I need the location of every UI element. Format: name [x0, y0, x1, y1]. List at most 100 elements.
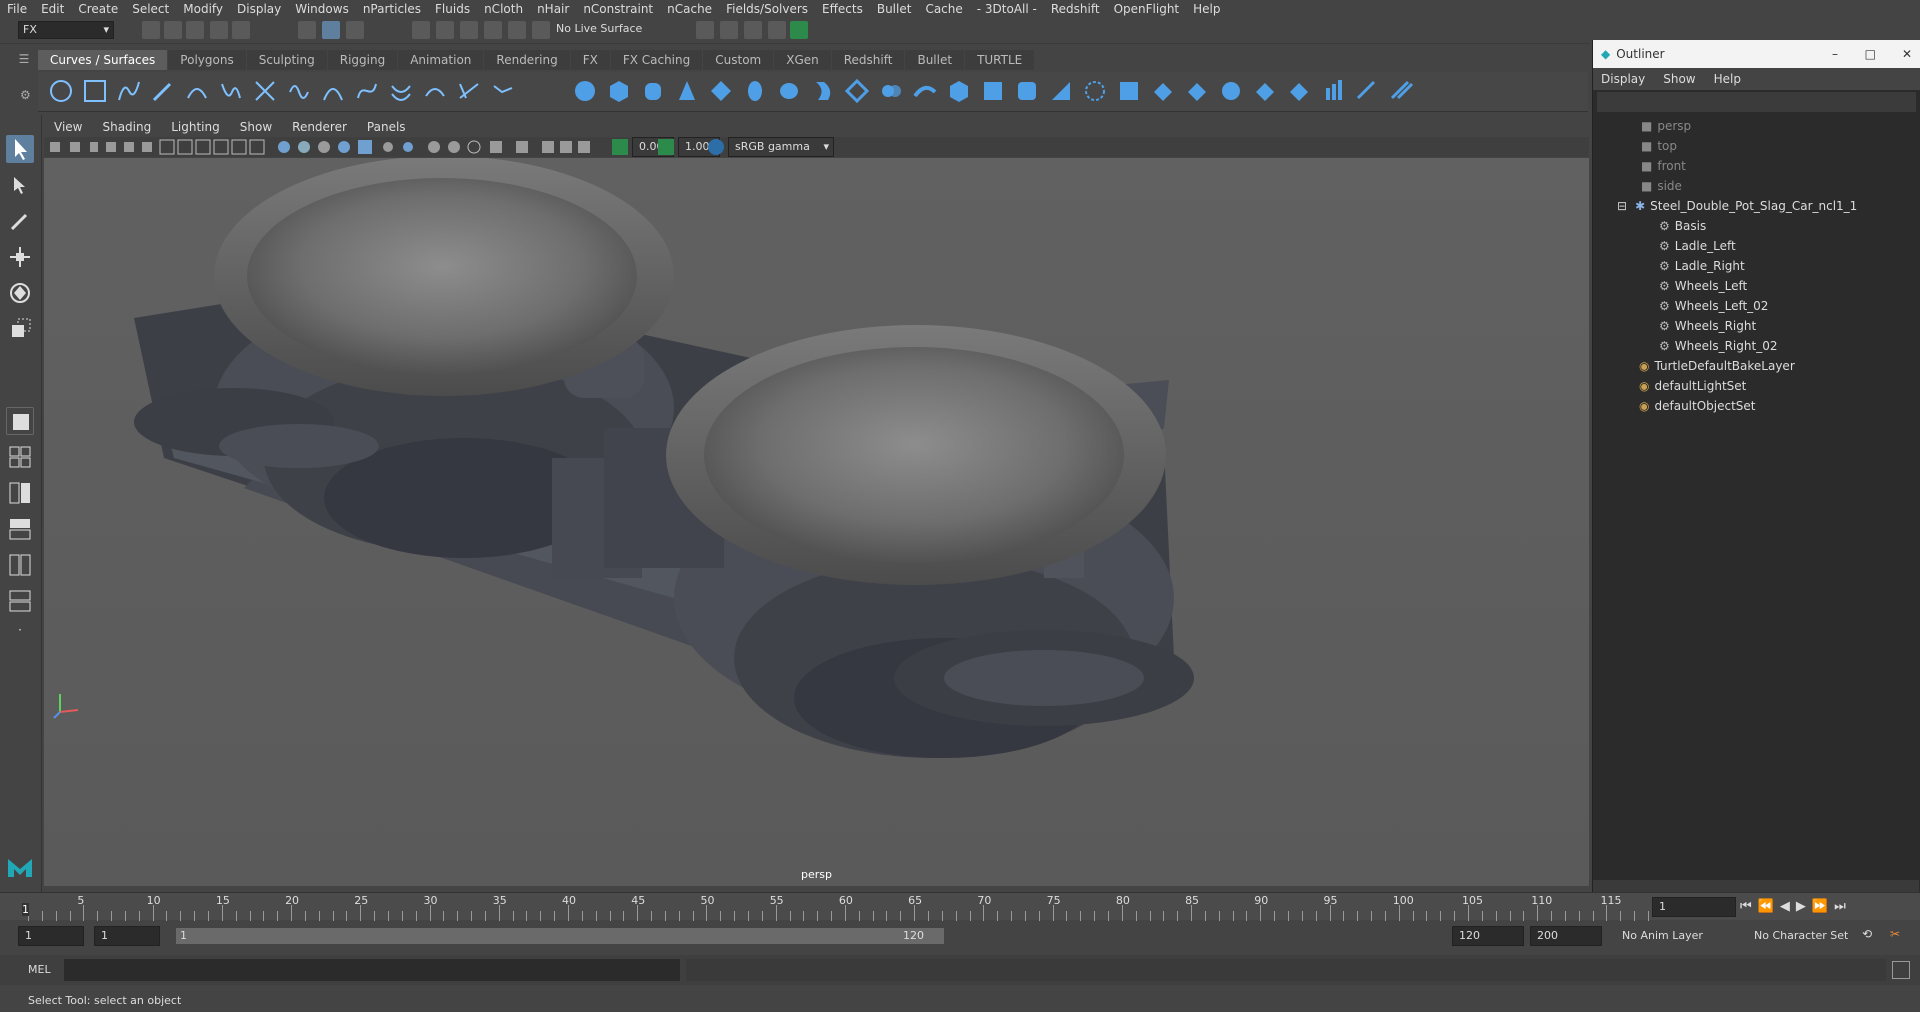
outliner-search-input[interactable]	[1597, 92, 1916, 112]
outliner-menu-help[interactable]: Help	[1714, 72, 1741, 86]
viewport-menu-shading[interactable]: Shading	[92, 120, 161, 134]
menu-ncache[interactable]: nCache	[660, 2, 719, 16]
menu-nconstraint[interactable]: nConstraint	[576, 2, 660, 16]
persp-outliner-layout-icon[interactable]	[6, 479, 34, 507]
menu-3dtoall[interactable]: - 3DtoAll -	[970, 2, 1044, 16]
ipr-render-icon[interactable]	[720, 21, 738, 39]
lasso-tool-icon[interactable]	[6, 171, 34, 199]
menu-set-dropdown[interactable]: FX ▾	[18, 21, 114, 39]
select-component-icon[interactable]	[346, 21, 364, 39]
menu-redshift[interactable]: Redshift	[1044, 2, 1107, 16]
shelf-tab-rigging[interactable]: Rigging	[327, 50, 398, 70]
panel-toolbar-icons[interactable]	[44, 137, 684, 157]
nurbs-cylinder-icon[interactable]	[640, 78, 666, 104]
rotate-tool-icon[interactable]	[6, 279, 34, 307]
outliner-item-persp[interactable]: ■ persp	[1593, 116, 1919, 136]
viewport-menu-panels[interactable]: Panels	[357, 120, 416, 134]
hypershade-layout-icon[interactable]	[6, 551, 34, 579]
outliner-item-defaultlightset[interactable]: ◉ defaultLightSet	[1593, 376, 1919, 396]
cv-curve-icon[interactable]	[116, 78, 142, 104]
nurbs-cone-icon[interactable]	[674, 78, 700, 104]
shelf-menu-icon[interactable]: ☰	[14, 52, 34, 68]
birail-icon[interactable]	[912, 78, 938, 104]
offset-surface-icon[interactable]	[1252, 78, 1278, 104]
snap-view-plane-icon[interactable]	[484, 21, 502, 39]
shelf-tab-turtle[interactable]: TURTLE	[965, 50, 1035, 70]
color-management-icon[interactable]	[708, 139, 724, 155]
range-slider[interactable]: 1 120	[176, 928, 944, 944]
shelf-tab-curves-surfaces[interactable]: Curves / Surfaces	[38, 50, 168, 70]
insert-knot-icon[interactable]	[320, 78, 346, 104]
current-frame-marker[interactable]: 1	[22, 903, 29, 916]
redo-icon[interactable]	[232, 21, 250, 39]
snap-curve-icon[interactable]	[436, 21, 454, 39]
snap-live-icon[interactable]	[508, 21, 526, 39]
shelf-tab-rendering[interactable]: Rendering	[484, 50, 570, 70]
persp-uv-layout-icon[interactable]	[6, 587, 34, 615]
outliner-item-defaultobjectset[interactable]: ◉ defaultObjectSet	[1593, 396, 1919, 416]
viewport-menu-view[interactable]: View	[44, 120, 92, 134]
select-hierarchy-icon[interactable]	[298, 21, 316, 39]
menu-nparticles[interactable]: nParticles	[356, 2, 428, 16]
nurbs-sphere-icon[interactable]	[572, 78, 598, 104]
current-frame-field[interactable]: 1	[1652, 897, 1736, 917]
intersect-icon[interactable]	[1048, 78, 1074, 104]
extrude-icon[interactable]	[878, 78, 904, 104]
end-time-field[interactable]: 200	[1530, 926, 1602, 946]
shelf-tab-xgen[interactable]: XGen	[774, 50, 831, 70]
shelf-tab-redshift[interactable]: Redshift	[831, 50, 905, 70]
maximize-icon[interactable]: □	[1865, 47, 1876, 61]
perspective-viewport[interactable]: persp	[44, 158, 1589, 886]
viewport-menu-lighting[interactable]: Lighting	[161, 120, 230, 134]
revolve-icon[interactable]	[776, 78, 802, 104]
insert-isoparm-icon[interactable]	[1218, 78, 1244, 104]
nurbs-cube-icon[interactable]	[606, 78, 632, 104]
menu-display[interactable]: Display	[230, 2, 288, 16]
surface-editing-icon[interactable]	[1354, 78, 1380, 104]
untrim-icon[interactable]	[1150, 78, 1176, 104]
outliner-item-wheels-left-02[interactable]: ⚙ Wheels_Left_02	[1593, 296, 1919, 316]
menu-nhair[interactable]: nHair	[530, 2, 576, 16]
command-input[interactable]	[64, 959, 680, 981]
render-settings-icon[interactable]	[744, 21, 762, 39]
planar-icon[interactable]	[844, 78, 870, 104]
outliner-item-turtledefaultbakelayer[interactable]: ◉ TurtleDefaultBakeLayer	[1593, 356, 1919, 376]
outliner-item-basis[interactable]: ⚙ Basis	[1593, 216, 1919, 236]
nurbs-plane-icon[interactable]	[708, 78, 734, 104]
outliner-item-group[interactable]: ⊟ ✱ Steel_Double_Pot_Slag_Car_ncl1_1	[1593, 196, 1919, 216]
viewport-menu-renderer[interactable]: Renderer	[282, 120, 357, 134]
arc-tool-icon[interactable]	[184, 78, 210, 104]
nurbs-square-icon[interactable]	[82, 78, 108, 104]
offset-curve-icon[interactable]	[388, 78, 414, 104]
playback-controls[interactable]: ⏮⏪◀▶⏩⏭	[1740, 899, 1852, 914]
scale-tool-icon[interactable]	[6, 315, 34, 343]
playback-start-field[interactable]: 1	[94, 926, 160, 946]
loft-icon[interactable]	[810, 78, 836, 104]
bevel-plus-icon[interactable]	[1014, 78, 1040, 104]
playback-end-field[interactable]: 120	[1452, 926, 1524, 946]
collapse-icon[interactable]: ⊟	[1617, 199, 1627, 213]
auto-key-icon[interactable]: ⟲	[1862, 927, 1872, 941]
hypershade-icon[interactable]	[768, 21, 786, 39]
menu-openflight[interactable]: OpenFlight	[1107, 2, 1187, 16]
shelf-tab-bullet[interactable]: Bullet	[905, 50, 965, 70]
shelf-tab-polygons[interactable]: Polygons	[168, 50, 246, 70]
command-language-label[interactable]: MEL	[28, 963, 51, 976]
menu-cache[interactable]: Cache	[918, 2, 969, 16]
menu-fields-solvers[interactable]: Fields/Solvers	[719, 2, 815, 16]
close-icon[interactable]: ✕	[1902, 47, 1912, 61]
attach-curves-icon[interactable]	[252, 78, 278, 104]
outliner-menu-show[interactable]: Show	[1663, 72, 1695, 86]
menu-help[interactable]: Help	[1186, 2, 1227, 16]
outliner-horizontal-scrollbar[interactable]	[1593, 880, 1919, 892]
menu-effects[interactable]: Effects	[815, 2, 870, 16]
boundary-icon[interactable]	[946, 78, 972, 104]
live-surface-field[interactable]: No Live Surface	[552, 21, 656, 39]
menu-edit[interactable]: Edit	[34, 2, 71, 16]
shelf-settings-gear-icon[interactable]: ⚙	[20, 88, 31, 102]
character-set-dropdown[interactable]: No Character Set	[1754, 929, 1848, 942]
snap-surface-icon[interactable]	[532, 21, 550, 39]
new-scene-icon[interactable]	[142, 21, 160, 39]
outliner-item-ladle-right[interactable]: ⚙ Ladle_Right	[1593, 256, 1919, 276]
exposure-toggle-icon[interactable]	[612, 139, 628, 155]
